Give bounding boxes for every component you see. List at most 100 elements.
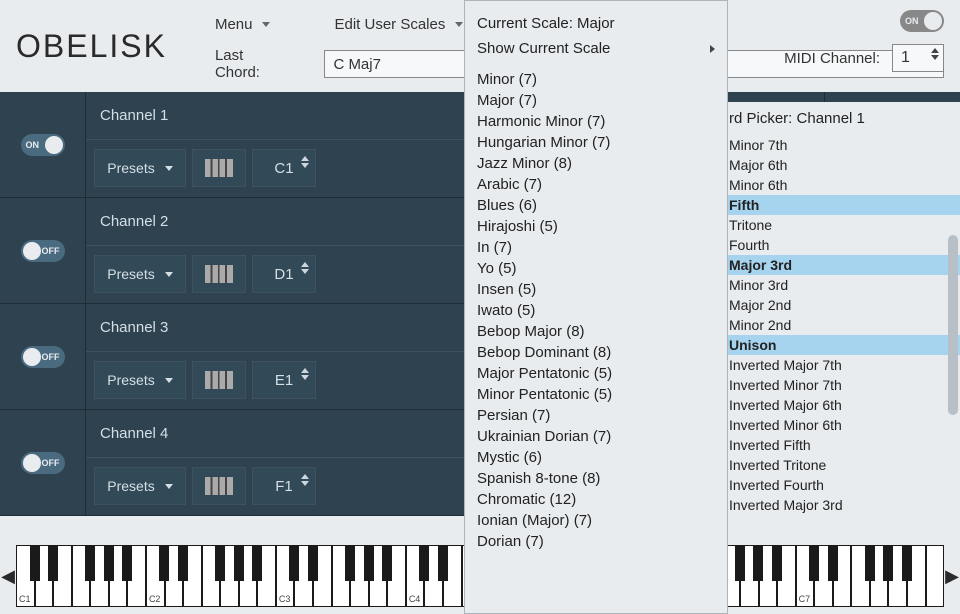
scale-item[interactable]: Arabic (7) (473, 174, 719, 195)
scale-item[interactable]: Harmonic Minor (7) (473, 111, 719, 132)
scale-item[interactable]: Ionian (Major) (7) (473, 510, 719, 531)
black-key[interactable] (865, 545, 875, 581)
keyboard-button[interactable] (192, 361, 246, 399)
presets-button[interactable]: Presets (94, 255, 186, 293)
current-scale-header[interactable]: Current Scale: Major (473, 11, 719, 36)
scale-item[interactable]: In (7) (473, 237, 719, 258)
scale-item[interactable]: Iwato (5) (473, 300, 719, 321)
chord-picker-item[interactable]: Inverted Minor 6th (719, 415, 960, 435)
keyboard-button[interactable] (192, 255, 246, 293)
scale-item[interactable]: Major (7) (473, 90, 719, 111)
black-key[interactable] (289, 545, 299, 581)
scale-item[interactable]: Insen (5) (473, 279, 719, 300)
black-key[interactable] (753, 545, 763, 581)
keyboard-button[interactable] (192, 149, 246, 187)
chord-picker-item[interactable]: Inverted Major 3rd (719, 495, 960, 515)
edit-user-scales-button[interactable]: Edit User Scales (334, 16, 463, 33)
black-key[interactable] (159, 545, 169, 581)
chord-picker-item[interactable]: Inverted Tritone (719, 455, 960, 475)
black-key[interactable] (215, 545, 225, 581)
chord-picker-item[interactable]: Tritone (719, 215, 960, 235)
scale-item[interactable]: Hirajoshi (5) (473, 216, 719, 237)
piano-scroll-right[interactable]: ▶ (944, 546, 960, 606)
black-key[interactable] (104, 545, 114, 581)
chord-picker-item[interactable]: Minor 7th (719, 135, 960, 155)
scale-item[interactable]: Mystic (6) (473, 447, 719, 468)
note-select[interactable]: F1 (252, 467, 316, 505)
note-select[interactable]: C1 (252, 149, 316, 187)
chord-picker-item[interactable]: Inverted Major 7th (719, 355, 960, 375)
black-key[interactable] (48, 545, 58, 581)
black-key[interactable] (308, 545, 318, 581)
scale-item[interactable]: Bebop Dominant (8) (473, 342, 719, 363)
scale-item[interactable]: Persian (7) (473, 405, 719, 426)
black-key[interactable] (419, 545, 429, 581)
keyboard-button[interactable] (192, 467, 246, 505)
black-key[interactable] (883, 545, 893, 581)
chord-picker-item[interactable]: Inverted Major 6th (719, 395, 960, 415)
scale-item[interactable]: Chromatic (12) (473, 489, 719, 510)
note-select[interactable]: E1 (252, 361, 316, 399)
presets-button[interactable]: Presets (94, 149, 186, 187)
black-key[interactable] (382, 545, 392, 581)
chord-picker-item[interactable]: Major 3rd (719, 255, 960, 275)
presets-button[interactable]: Presets (94, 467, 186, 505)
chord-picker-item[interactable]: Inverted Minor 7th (719, 375, 960, 395)
stepper-icon[interactable] (301, 368, 309, 380)
scale-item[interactable]: Jazz Minor (8) (473, 153, 719, 174)
midi-channel-select[interactable]: 1 (892, 44, 944, 72)
scale-item[interactable]: Bebop Major (8) (473, 321, 719, 342)
black-key[interactable] (364, 545, 374, 581)
black-key[interactable] (30, 545, 40, 581)
chord-picker-item[interactable]: Unison (719, 335, 960, 355)
black-key[interactable] (178, 545, 188, 581)
chord-picker-item[interactable]: Minor 6th (719, 175, 960, 195)
show-current-scale[interactable]: Show Current Scale (473, 36, 719, 61)
scrollbar-thumb[interactable] (948, 235, 958, 415)
channel-main-toggle[interactable]: OFF (21, 346, 65, 368)
scale-item[interactable]: Minor Pentatonic (5) (473, 384, 719, 405)
stepper-icon[interactable] (301, 262, 309, 274)
piano-scroll-left[interactable]: ◀ (0, 546, 16, 606)
stepper-icon[interactable] (931, 48, 939, 60)
global-toggle[interactable]: ON (900, 10, 944, 32)
channel-main-toggle[interactable]: OFF (21, 240, 65, 262)
scale-item[interactable]: Blues (6) (473, 195, 719, 216)
channel-main-toggle[interactable]: ON (21, 134, 65, 156)
black-key[interactable] (85, 545, 95, 581)
chord-picker-item[interactable]: Minor 2nd (719, 315, 960, 335)
black-key[interactable] (234, 545, 244, 581)
presets-button[interactable]: Presets (94, 361, 186, 399)
black-key[interactable] (438, 545, 448, 581)
chord-picker-item[interactable]: Inverted Fourth (719, 475, 960, 495)
scales-dropdown[interactable]: Current Scale: Major Show Current Scale … (464, 0, 728, 614)
black-key[interactable] (809, 545, 819, 581)
black-key[interactable] (345, 545, 355, 581)
scale-item[interactable]: Ukrainian Dorian (7) (473, 426, 719, 447)
stepper-icon[interactable] (301, 474, 309, 486)
chord-picker-item[interactable]: Major 2nd (719, 295, 960, 315)
black-key[interactable] (902, 545, 912, 581)
chord-picker-list[interactable]: Minor 7thMajor 6thMinor 6thFifthTritoneF… (719, 135, 960, 515)
scale-item[interactable]: Dorian (7) (473, 531, 719, 552)
black-key[interactable] (828, 545, 838, 581)
scale-item[interactable]: Major Pentatonic (5) (473, 363, 719, 384)
menu-button[interactable]: Menu (215, 16, 271, 33)
black-key[interactable] (735, 545, 745, 581)
scale-item[interactable]: Minor (7) (473, 69, 719, 90)
chord-picker-item[interactable]: Fourth (719, 235, 960, 255)
scale-item[interactable]: Yo (5) (473, 258, 719, 279)
stepper-icon[interactable] (301, 156, 309, 168)
chord-picker-item[interactable]: Major 6th (719, 155, 960, 175)
scale-item[interactable]: Hungarian Minor (7) (473, 132, 719, 153)
channel-main-toggle[interactable]: OFF (21, 452, 65, 474)
chord-picker-item[interactable]: Minor 3rd (719, 275, 960, 295)
chord-picker-item[interactable]: Fifth (719, 195, 960, 215)
white-key[interactable] (926, 545, 945, 607)
note-select[interactable]: D1 (252, 255, 316, 293)
black-key[interactable] (122, 545, 132, 581)
scale-item[interactable]: Spanish 8-tone (8) (473, 468, 719, 489)
black-key[interactable] (252, 545, 262, 581)
black-key[interactable] (772, 545, 782, 581)
chord-picker-item[interactable]: Inverted Fifth (719, 435, 960, 455)
